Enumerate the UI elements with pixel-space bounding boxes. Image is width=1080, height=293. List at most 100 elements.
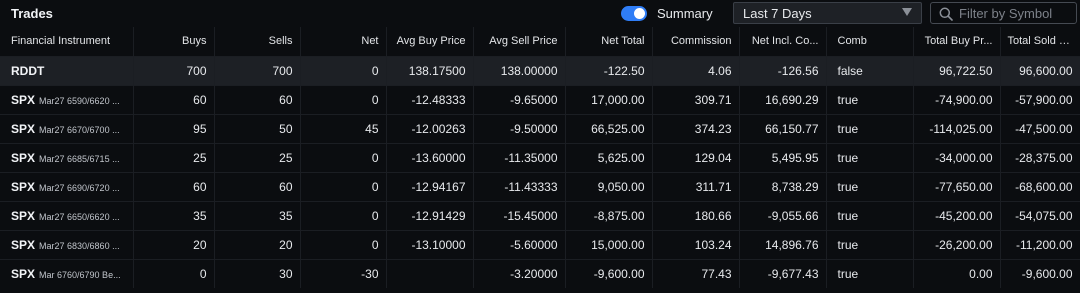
cell-buys: 20 [133, 229, 215, 259]
cell-sells: 35 [214, 200, 301, 230]
cell-buys: 0 [133, 258, 215, 288]
col-net-incl-commission[interactable]: Net Incl. Co... [739, 27, 827, 56]
table-row[interactable]: SPX Mar27 6670/6700 ... 95 50 45 -12.0026… [0, 113, 1080, 143]
cell-buys: 60 [133, 171, 215, 201]
period-select[interactable]: Last 7 Days [733, 2, 922, 24]
symbol-filter[interactable] [930, 2, 1077, 24]
table-row[interactable]: SPX Mar27 6690/6720 ... 60 60 0 -12.94167… [0, 171, 1080, 201]
search-icon [939, 7, 953, 21]
cell-net-total: -9,600.00 [565, 258, 653, 288]
cell-comb: true [826, 229, 914, 259]
cell-net-incl: 66,150.77 [739, 113, 827, 143]
cell-total-buy: -26,200.00 [913, 229, 1001, 259]
col-net[interactable]: Net [300, 27, 387, 56]
symbol: SPX [11, 208, 36, 223]
trades-panel: Trades Summary Last 7 Days Financial Ins… [0, 0, 1080, 293]
col-commission[interactable]: Commission [652, 27, 740, 56]
table-row[interactable]: SPX Mar27 6650/6620 ... 35 35 0 -12.91429… [0, 200, 1080, 230]
cell-avg-sell: 138.00000 [473, 55, 566, 85]
cell-total-sold: -68,600.00 [1000, 171, 1080, 201]
cell-buys: 700 [133, 55, 215, 85]
cell-avg-sell: -3.20000 [473, 258, 566, 288]
symbol: SPX [11, 266, 36, 281]
cell-instrument: SPX Mar27 6690/6720 ... [0, 171, 134, 201]
table-body: RDDT 700 700 0 138.17500 138.00000 -122.… [0, 55, 1080, 288]
table-row[interactable]: SPX Mar27 6685/6715 ... 25 25 0 -13.60000… [0, 142, 1080, 172]
cell-net: 0 [300, 84, 387, 114]
symbol: SPX [11, 92, 36, 107]
cell-sells: 50 [214, 113, 301, 143]
cell-net-total: 66,525.00 [565, 113, 653, 143]
cell-avg-buy: 138.17500 [386, 55, 474, 85]
instrument-desc: Mar27 6690/6720 ... [39, 182, 120, 193]
cell-avg-sell: -9.65000 [473, 84, 566, 114]
cell-sells: 700 [214, 55, 301, 85]
col-net-total[interactable]: Net Total [565, 27, 653, 56]
col-buys[interactable]: Buys [133, 27, 215, 56]
cell-avg-buy: -13.10000 [386, 229, 474, 259]
cell-instrument: SPX Mar27 6650/6620 ... [0, 200, 134, 230]
cell-buys: 25 [133, 142, 215, 172]
table-row[interactable]: SPX Mar27 6830/6860 ... 20 20 0 -13.10000… [0, 229, 1080, 259]
symbol: SPX [11, 121, 36, 136]
instrument-desc: Mar27 6670/6700 ... [39, 124, 120, 135]
cell-total-sold: -54,075.00 [1000, 200, 1080, 230]
cell-comb: true [826, 113, 914, 143]
col-total-buy-price[interactable]: Total Buy Pr... [913, 27, 1001, 56]
toggle-knob [634, 8, 645, 19]
table-row[interactable]: SPX Mar27 6590/6620 ... 60 60 0 -12.48333… [0, 84, 1080, 114]
cell-sells: 20 [214, 229, 301, 259]
cell-comb: true [826, 84, 914, 114]
cell-avg-sell: -11.43333 [473, 171, 566, 201]
cell-instrument: SPX Mar 6760/6790 Be... [0, 258, 134, 288]
cell-sells: 25 [214, 142, 301, 172]
cell-total-sold: -9,600.00 [1000, 258, 1080, 288]
cell-comb: true [826, 142, 914, 172]
period-select-value: Last 7 Days [743, 5, 812, 21]
col-financial-instrument[interactable]: Financial Instrument [0, 27, 134, 56]
instrument-desc: Mar 6760/6790 Be... [39, 269, 121, 280]
trades-table: Financial Instrument Buys Sells Net Avg … [0, 27, 1080, 288]
cell-total-sold: -47,500.00 [1000, 113, 1080, 143]
summary-label: Summary [657, 6, 713, 21]
cell-total-buy: -34,000.00 [913, 142, 1001, 172]
cell-comb: true [826, 258, 914, 288]
table-row[interactable]: SPX Mar 6760/6790 Be... 0 30 -30 -3.20000… [0, 258, 1080, 288]
col-sells[interactable]: Sells [214, 27, 301, 56]
cell-total-buy: 0.00 [913, 258, 1001, 288]
instrument-desc: Mar27 6685/6715 ... [39, 153, 120, 164]
panel-title: Trades [11, 6, 53, 21]
cell-net: -30 [300, 258, 387, 288]
table-row[interactable]: RDDT 700 700 0 138.17500 138.00000 -122.… [0, 55, 1080, 85]
summary-toggle[interactable] [621, 6, 647, 21]
cell-net-incl: 5,495.95 [739, 142, 827, 172]
cell-avg-buy: -13.60000 [386, 142, 474, 172]
col-avg-sell-price[interactable]: Avg Sell Price [473, 27, 566, 56]
symbol-filter-input[interactable] [959, 5, 1073, 21]
symbol: SPX [11, 179, 36, 194]
cell-buys: 35 [133, 200, 215, 230]
cell-avg-sell: -15.45000 [473, 200, 566, 230]
cell-net-incl: 16,690.29 [739, 84, 827, 114]
cell-instrument: SPX Mar27 6830/6860 ... [0, 229, 134, 259]
cell-net-total: -122.50 [565, 55, 653, 85]
cell-instrument: SPX Mar27 6590/6620 ... [0, 84, 134, 114]
cell-commission: 129.04 [652, 142, 740, 172]
instrument-desc: Mar27 6590/6620 ... [39, 95, 120, 106]
cell-total-buy: -114,025.00 [913, 113, 1001, 143]
cell-total-sold: -28,375.00 [1000, 142, 1080, 172]
cell-avg-sell: -11.35000 [473, 142, 566, 172]
cell-comb: false [826, 55, 914, 85]
cell-commission: 77.43 [652, 258, 740, 288]
col-avg-buy-price[interactable]: Avg Buy Price [386, 27, 474, 56]
cell-net-total: -8,875.00 [565, 200, 653, 230]
cell-net: 0 [300, 200, 387, 230]
symbol: RDDT [11, 63, 45, 78]
table-header-row: Financial Instrument Buys Sells Net Avg … [0, 27, 1080, 56]
cell-commission: 374.23 [652, 113, 740, 143]
cell-net: 0 [300, 229, 387, 259]
col-total-sold-price[interactable]: Total Sold P... [1000, 27, 1080, 56]
col-comb[interactable]: Comb [826, 27, 914, 56]
cell-avg-buy [386, 258, 474, 288]
cell-buys: 95 [133, 113, 215, 143]
